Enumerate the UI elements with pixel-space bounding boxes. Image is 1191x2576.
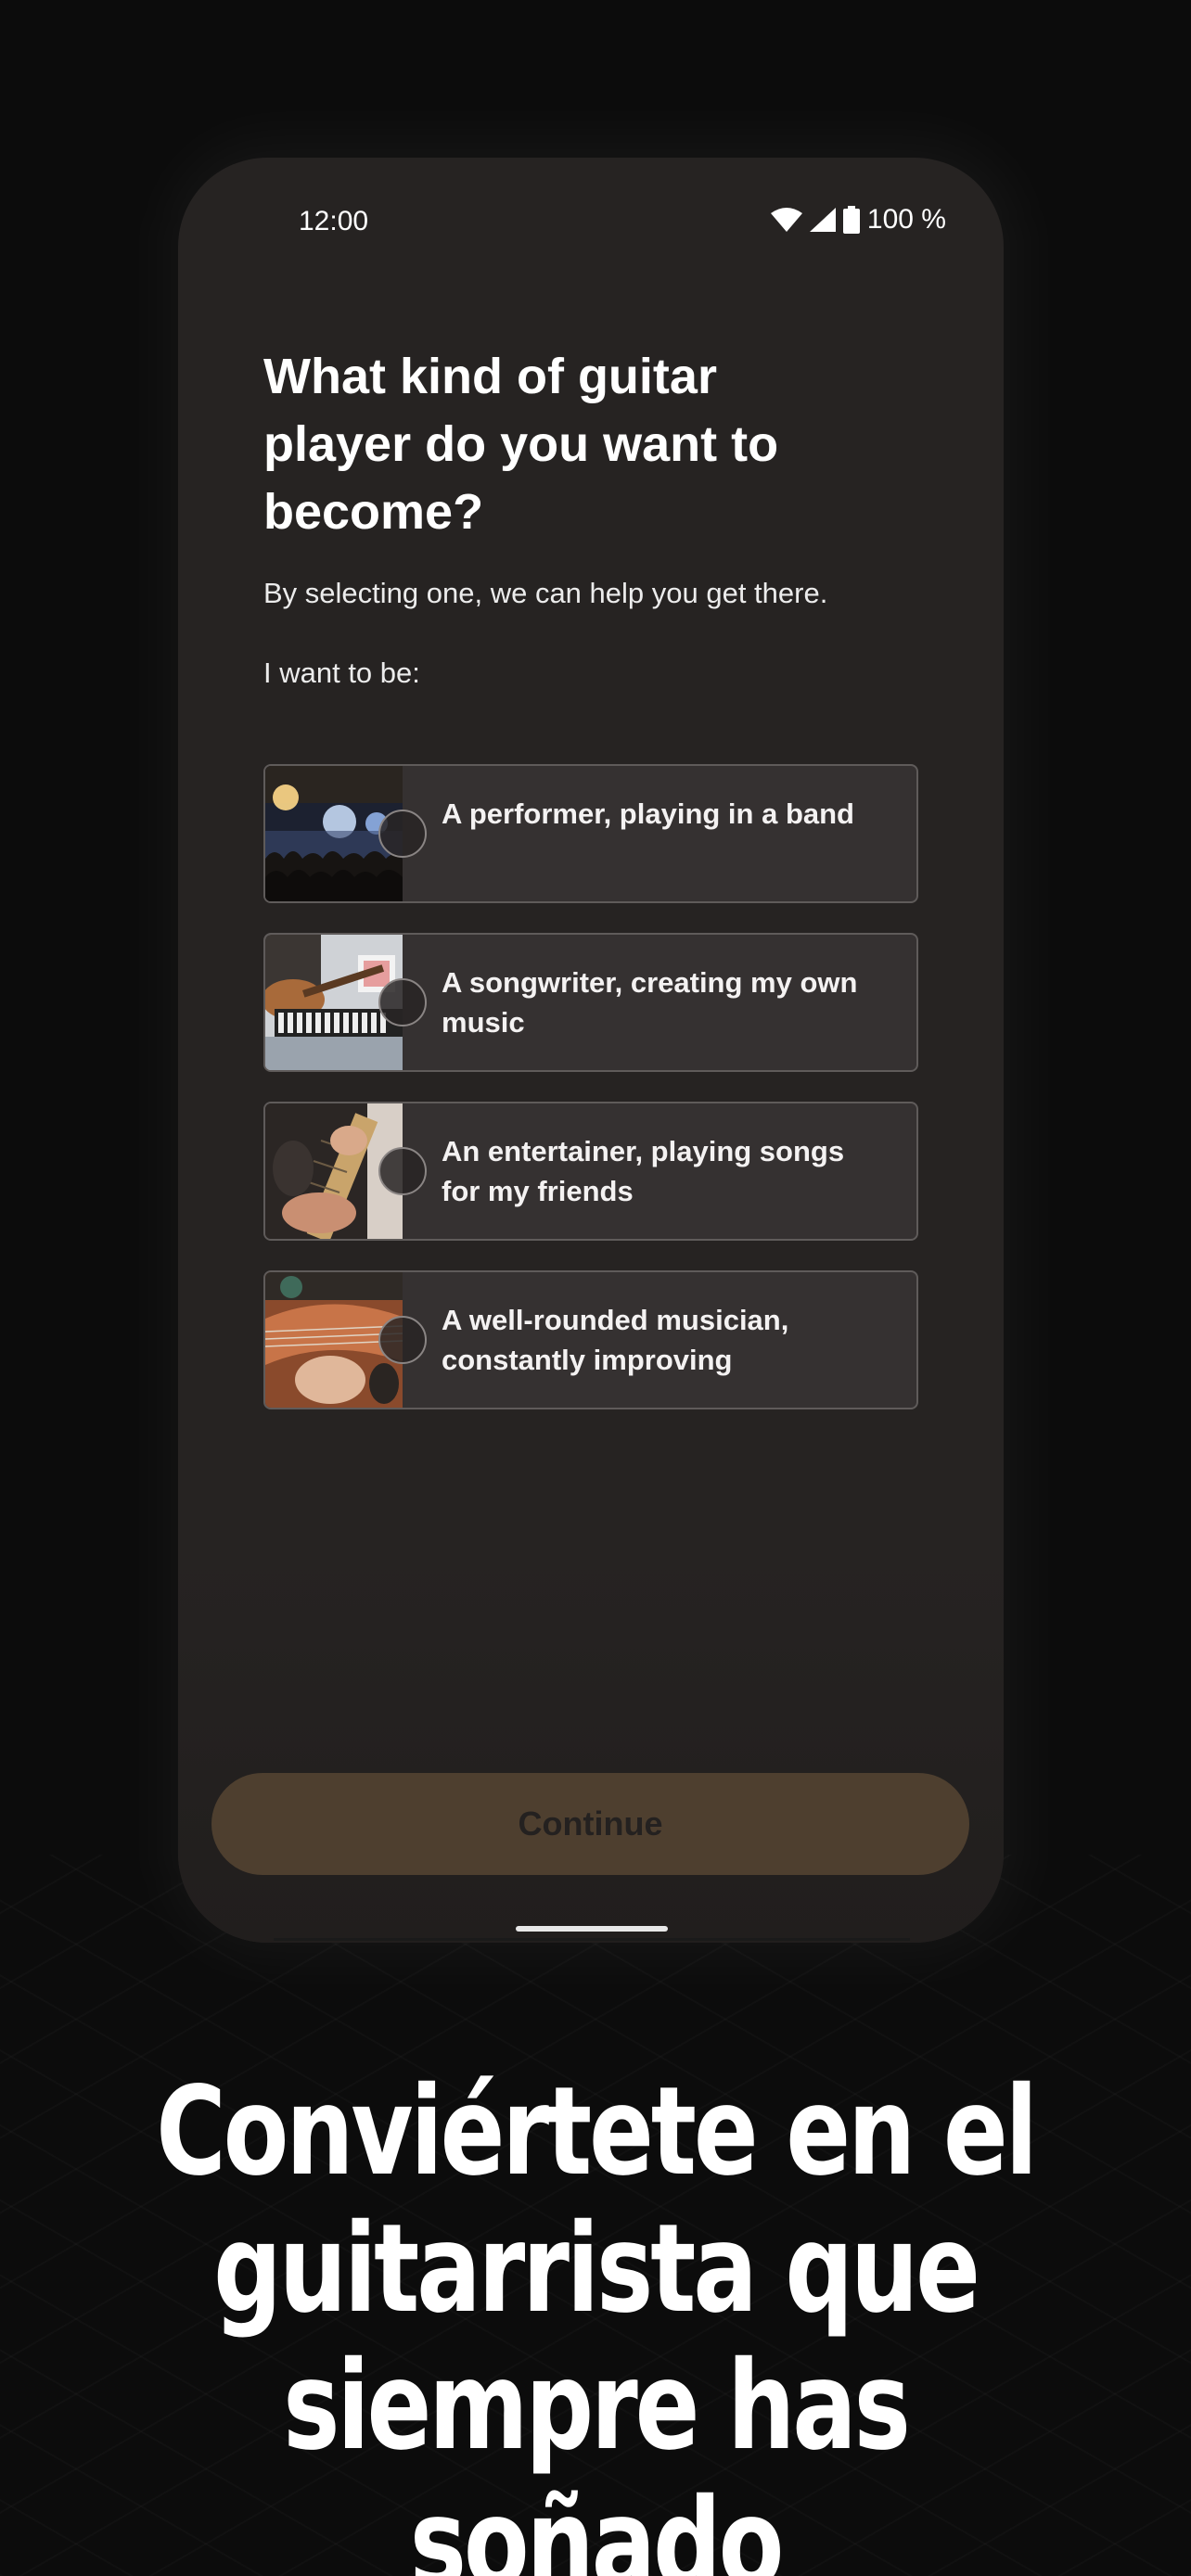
page-title: What kind of guitar player do you want t… — [263, 349, 779, 540]
option-entertainer[interactable]: An entertainer, playing songs for my fri… — [263, 1102, 918, 1241]
option-radio-button[interactable] — [378, 978, 427, 1027]
option-radio-button[interactable] — [378, 1316, 427, 1364]
wifi-icon — [770, 208, 802, 232]
continue-button[interactable]: Continue — [211, 1773, 969, 1875]
option-label: A songwriter, creating my own music — [442, 966, 858, 1039]
selection-prompt: I want to be: — [263, 657, 420, 689]
option-label: An entertainer, playing songs for my fri… — [442, 1135, 845, 1207]
option-label: A well-rounded musician, constantly impr… — [442, 1304, 789, 1376]
status-icons: 100 % — [770, 204, 946, 236]
status-bar: 12:00 100 % — [178, 204, 1004, 241]
option-performer[interactable]: A performer, playing in a band — [263, 764, 918, 903]
page-subtitle: By selecting one, we can help you get th… — [263, 577, 828, 609]
battery-percentage: 100 % — [866, 204, 946, 235]
headline-line-1: Conviértete en el — [156, 2060, 1038, 2203]
option-label: A performer, playing in a band — [442, 797, 854, 830]
home-indicator[interactable] — [516, 1926, 668, 1932]
promo-headline: Conviértete en el guitarrista que siempr… — [131, 2063, 1060, 2576]
phone-screen: 12:00 100 % What kind of guitar player d… — [178, 158, 1004, 1943]
phone-bottom-edge — [274, 1938, 910, 1941]
option-songwriter[interactable]: A songwriter, creating my own music — [263, 933, 918, 1072]
cell-signal-icon — [809, 208, 836, 232]
headline-line-2: guitarrista que — [213, 2198, 980, 2340]
headline-line-3: siempre has soñado — [283, 2335, 911, 2576]
option-musician[interactable]: A well-rounded musician, constantly impr… — [263, 1270, 918, 1409]
option-radio-button[interactable] — [378, 1147, 427, 1195]
battery-icon — [842, 206, 860, 234]
option-list: A performer, playing in a band A songwri… — [263, 764, 918, 1439]
option-radio-button[interactable] — [378, 810, 427, 858]
status-time: 12:00 — [299, 206, 369, 236]
